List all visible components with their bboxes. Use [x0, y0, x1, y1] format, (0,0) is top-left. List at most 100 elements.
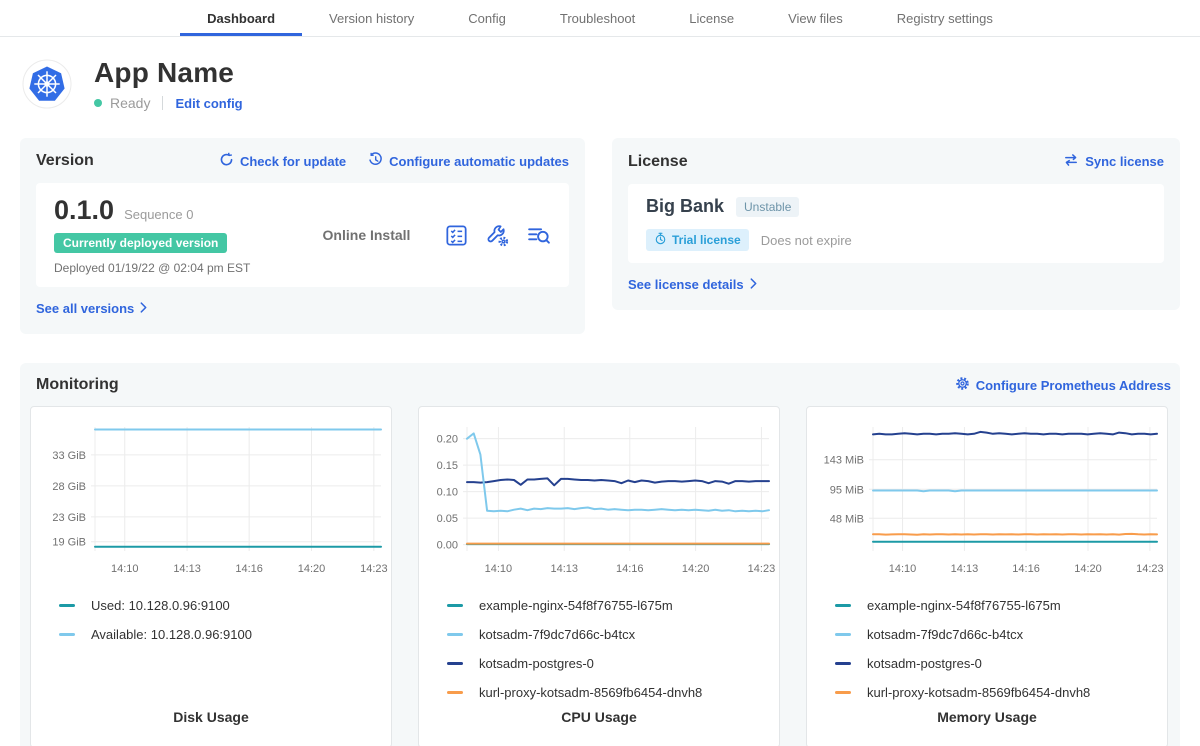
legend-item: kotsadm-7f9dc7d66c-b4tcx: [835, 620, 1167, 649]
license-expiry: Does not expire: [761, 233, 852, 248]
cpu-usage-chart-card: 0.200.150.100.050.0014:1014:1314:1614:20…: [418, 406, 780, 746]
version-number: 0.1.0: [54, 195, 114, 226]
legend-dash-icon: [835, 662, 851, 665]
configure-prometheus-link[interactable]: Configure Prometheus Address: [955, 376, 1171, 394]
memory-usage-chart-card: 143 MiB95 MiB48 MiB14:1014:1314:1614:201…: [806, 406, 1168, 746]
legend-label: Available: 10.128.0.96:9100: [91, 627, 252, 642]
legend-label: Used: 10.128.0.96:9100: [91, 598, 230, 613]
install-type: Online Install: [289, 227, 444, 243]
legend-dash-icon: [835, 633, 851, 636]
memory-usage-plot: 143 MiB95 MiB48 MiB14:1014:1314:1614:201…: [807, 413, 1167, 579]
deployed-timestamp: Deployed 01/19/22 @ 02:04 pm EST: [54, 261, 289, 275]
svg-text:14:10: 14:10: [889, 563, 917, 575]
disk-usage-legend: Used: 10.128.0.96:9100 Available: 10.128.…: [59, 591, 391, 649]
tab-troubleshoot[interactable]: Troubleshoot: [533, 0, 662, 36]
legend-item: example-nginx-54f8f76755-l675m: [835, 591, 1167, 620]
svg-text:14:20: 14:20: [298, 563, 326, 575]
svg-text:0.00: 0.00: [437, 540, 458, 552]
legend-label: example-nginx-54f8f76755-l675m: [479, 598, 673, 613]
svg-text:14:16: 14:16: [235, 563, 263, 575]
kubernetes-logo-icon: [22, 59, 72, 109]
gear-icon: [955, 376, 970, 394]
legend-dash-icon: [447, 691, 463, 694]
preflight-checks-icon[interactable]: [444, 223, 469, 248]
legend-label: kotsadm-postgres-0: [867, 656, 982, 671]
edit-config-link[interactable]: Edit config: [175, 96, 242, 111]
legend-dash-icon: [835, 604, 851, 607]
legend-dash-icon: [447, 633, 463, 636]
app-header: App Name Ready Edit config: [0, 37, 1200, 111]
svg-text:14:20: 14:20: [682, 563, 710, 575]
license-card: Big Bank Unstable Trial license Does not…: [628, 184, 1164, 263]
disk-usage-plot: 33 GiB28 GiB23 GiB19 GiB14:1014:1314:161…: [31, 413, 391, 579]
svg-text:14:13: 14:13: [173, 563, 201, 575]
version-sequence: Sequence 0: [124, 207, 193, 222]
see-all-versions-link[interactable]: See all versions: [36, 301, 147, 316]
legend-dash-icon: [835, 691, 851, 694]
svg-text:0.20: 0.20: [437, 434, 458, 446]
check-for-update-link[interactable]: Check for update: [219, 152, 346, 170]
legend-dash-icon: [59, 633, 75, 636]
tab-license[interactable]: License: [662, 0, 761, 36]
svg-text:14:16: 14:16: [616, 563, 644, 575]
tab-config[interactable]: Config: [441, 0, 533, 36]
stopwatch-icon: [654, 232, 667, 248]
svg-text:14:13: 14:13: [550, 563, 578, 575]
svg-text:14:23: 14:23: [748, 563, 776, 575]
svg-text:14:23: 14:23: [360, 563, 388, 575]
deployed-badge: Currently deployed version: [54, 233, 227, 253]
svg-text:143 MiB: 143 MiB: [824, 455, 864, 467]
legend-item: Used: 10.128.0.96:9100: [59, 591, 391, 620]
svg-text:0.15: 0.15: [437, 460, 458, 472]
svg-text:14:16: 14:16: [1012, 563, 1040, 575]
nav-tabs: DashboardVersion historyConfigTroublesho…: [180, 0, 1020, 36]
memory-usage-legend: example-nginx-54f8f76755-l675m kotsadm-7f…: [835, 591, 1167, 707]
refresh-icon: [219, 152, 234, 170]
license-panel: License Sync license Big Bank Unstable: [612, 138, 1180, 310]
legend-label: kotsadm-7f9dc7d66c-b4tcx: [479, 627, 635, 642]
see-license-details-link[interactable]: See license details: [628, 277, 757, 292]
disk-usage-chart-card: 33 GiB28 GiB23 GiB19 GiB14:1014:1314:161…: [30, 406, 392, 746]
legend-dash-icon: [59, 604, 75, 607]
svg-text:14:23: 14:23: [1136, 563, 1164, 575]
svg-text:0.10: 0.10: [437, 487, 458, 499]
version-panel-title: Version: [36, 152, 94, 170]
svg-text:28 GiB: 28 GiB: [52, 481, 86, 493]
memory-usage-title: Memory Usage: [807, 709, 1167, 725]
cpu-usage-legend: example-nginx-54f8f76755-l675m kotsadm-7f…: [447, 591, 779, 707]
app-title: App Name: [94, 57, 243, 89]
svg-text:14:20: 14:20: [1074, 563, 1102, 575]
monitoring-title: Monitoring: [36, 376, 119, 394]
ready-status-dot: [94, 99, 102, 107]
app-status-text: Ready: [110, 95, 150, 111]
sync-license-link[interactable]: Sync license: [1063, 152, 1164, 171]
svg-text:14:10: 14:10: [111, 563, 139, 575]
configure-automatic-updates-link[interactable]: Configure automatic updates: [368, 152, 569, 170]
legend-item: kotsadm-postgres-0: [835, 649, 1167, 678]
legend-dash-icon: [447, 604, 463, 607]
legend-item: kotsadm-postgres-0: [447, 649, 779, 678]
top-nav: DashboardVersion historyConfigTroublesho…: [0, 0, 1200, 37]
legend-item: kurl-proxy-kotsadm-8569fb6454-dnvh8: [835, 678, 1167, 707]
legend-dash-icon: [447, 662, 463, 665]
trial-license-badge: Trial license: [646, 229, 749, 251]
svg-text:14:10: 14:10: [485, 563, 513, 575]
legend-label: example-nginx-54f8f76755-l675m: [867, 598, 1061, 613]
tab-view-files[interactable]: View files: [761, 0, 870, 36]
current-version-card: 0.1.0 Sequence 0 Currently deployed vers…: [36, 183, 569, 287]
tab-version-history[interactable]: Version history: [302, 0, 441, 36]
legend-label: kurl-proxy-kotsadm-8569fb6454-dnvh8: [479, 685, 702, 700]
chevron-right-icon: [750, 277, 757, 292]
edit-config-wrench-icon[interactable]: [485, 223, 510, 248]
charts-row: 33 GiB28 GiB23 GiB19 GiB14:1014:1314:161…: [30, 406, 1171, 746]
tab-registry-settings[interactable]: Registry settings: [870, 0, 1020, 36]
svg-text:19 GiB: 19 GiB: [52, 537, 86, 549]
svg-text:14:13: 14:13: [951, 563, 979, 575]
legend-item: kotsadm-7f9dc7d66c-b4tcx: [447, 620, 779, 649]
svg-text:33 GiB: 33 GiB: [52, 450, 86, 462]
legend-item: Available: 10.128.0.96:9100: [59, 620, 391, 649]
tab-dashboard[interactable]: Dashboard: [180, 0, 302, 36]
svg-text:48 MiB: 48 MiB: [830, 513, 864, 525]
deploy-logs-icon[interactable]: [526, 223, 551, 248]
license-customer-name: Big Bank: [646, 196, 724, 217]
